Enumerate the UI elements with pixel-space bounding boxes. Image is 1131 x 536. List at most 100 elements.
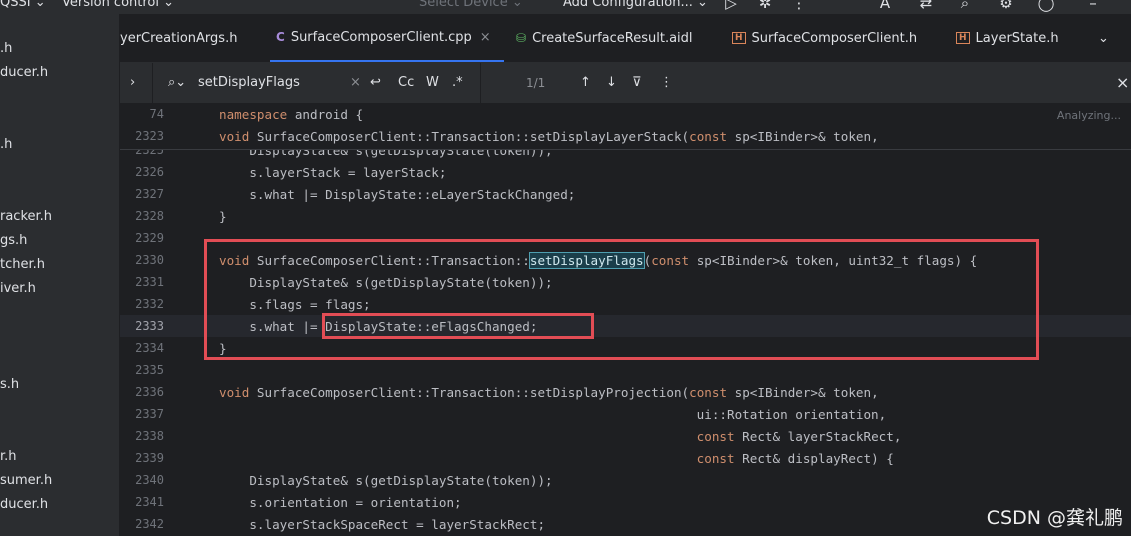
search-history-icon[interactable]: ⌕⌄	[168, 63, 186, 103]
project-file-item[interactable]: sumer.h	[0, 473, 52, 488]
line-number: 2331	[135, 275, 164, 289]
project-file-item[interactable]: racker.h	[0, 209, 52, 224]
tab-label: LayerState.h	[975, 30, 1059, 46]
line-number: 2326	[135, 165, 164, 179]
debug-icon[interactable]: ✲	[756, 0, 774, 12]
code-line[interactable]: }	[219, 209, 227, 224]
code-line[interactable]: ui::Rotation orientation,	[219, 407, 887, 422]
line-number: 2337	[135, 407, 164, 421]
tab-create-surface-result-aidl[interactable]: ⛁ CreateSurfaceResult.aidl	[516, 14, 693, 62]
previous-occurrence-icon[interactable]: ↑	[580, 63, 591, 103]
code-token: Rect& layerStackRect,	[734, 429, 902, 444]
more-icon[interactable]: ⋮	[660, 63, 673, 103]
code-editor[interactable]: 74 namespace android { 2323 void SurfaceCom…	[120, 103, 1131, 536]
search-input[interactable]: setDisplayFlags	[198, 63, 300, 103]
match-count: 1/1	[526, 76, 546, 90]
line-number: 2341	[135, 495, 164, 509]
project-file-item[interactable]: tcher.h	[0, 257, 45, 272]
code-token: s.orientation = orientation;	[219, 495, 462, 510]
run-icon[interactable]: ▷	[722, 0, 740, 12]
line-number: 2336	[135, 385, 164, 399]
line-number: 2328	[135, 209, 164, 223]
editor-tab-bar: yerCreationArgs.h C SurfaceComposerClien…	[120, 14, 1131, 63]
device-selector[interactable]: Select Device ⌄	[419, 0, 523, 10]
line-number: 74	[149, 107, 164, 121]
project-switcher[interactable]: QSSI ⌄	[0, 0, 46, 10]
sticky-code-line[interactable]: namespace android {	[219, 107, 363, 122]
close-icon[interactable]: ×	[480, 30, 491, 45]
project-file-item[interactable]: .h	[0, 41, 12, 56]
more-icon[interactable]: ⋮	[790, 0, 808, 12]
translate-icon[interactable]: A	[876, 0, 894, 12]
line-number: 2338	[135, 429, 164, 443]
main-toolbar: QSSI ⌄ Version control ⌄ Select Device ⌄…	[0, 0, 1131, 14]
project-file-item[interactable]: .h	[0, 137, 12, 152]
project-file-item[interactable]: gs.h	[0, 233, 27, 248]
whole-word-toggle[interactable]: W	[426, 63, 439, 103]
version-control-menu[interactable]: Version control ⌄	[62, 0, 174, 10]
tab-label: CreateSurfaceResult.aidl	[532, 30, 693, 46]
close-icon[interactable]: ×	[1116, 63, 1129, 103]
project-file-item[interactable]: iver.h	[0, 281, 36, 296]
line-number: 2335	[135, 363, 164, 377]
clear-search-icon[interactable]: ×	[350, 63, 361, 103]
search-everywhere-icon[interactable]: ⌕	[956, 0, 974, 12]
sticky-code-line[interactable]: void SurfaceComposerClient::Transaction:…	[219, 129, 879, 144]
account-icon[interactable]: ◯	[1037, 0, 1055, 12]
code-token: sp<IBinder>& token,	[727, 385, 879, 400]
code-line[interactable]: s.what |= DisplayState::eLayerStackChang…	[219, 187, 575, 202]
analysis-status: Analyzing...	[1056, 109, 1121, 122]
code-line[interactable]: DisplayState& s(getDisplayState(token));	[219, 473, 552, 488]
code-line[interactable]: void SurfaceComposerClient::Transaction:…	[219, 385, 879, 400]
tab-layer-state-h[interactable]: H LayerState.h	[956, 14, 1059, 62]
filter-icon[interactable]: ⊽	[632, 63, 642, 103]
tab-label: yerCreationArgs.h	[120, 30, 238, 46]
line-number: 2330	[135, 253, 164, 267]
code-token: SurfaceComposerClient::Transaction::setD…	[249, 385, 690, 400]
tabs-overflow-button[interactable]: ⌄	[1098, 14, 1109, 62]
project-file-item[interactable]: r.h	[0, 449, 17, 464]
code-token: s.layerStackSpaceRect = layerStackRect;	[219, 517, 546, 532]
settings-icon[interactable]: ⚙	[997, 0, 1015, 12]
project-file-item[interactable]: ducer.h	[0, 65, 48, 80]
chevron-right-icon[interactable]: ›	[130, 63, 135, 103]
code-line[interactable]: s.orientation = orientation;	[219, 495, 462, 510]
code-line[interactable]: s.layerStackSpaceRect = layerStackRect;	[219, 517, 545, 532]
line-number: 2333	[135, 319, 164, 333]
line-number: 2332	[135, 297, 164, 311]
keyword-token: const	[689, 385, 728, 400]
header-file-icon: H	[956, 32, 970, 44]
regex-toggle[interactable]: .*	[452, 63, 463, 103]
code-line[interactable]: s.layerStack = layerStack;	[219, 165, 446, 180]
line-number: 2323	[135, 129, 164, 143]
match-case-toggle[interactable]: Cc	[398, 63, 414, 103]
code-token: Rect& displayRect) {	[734, 451, 894, 466]
language-icon[interactable]: ⇄	[917, 0, 935, 12]
code-token: ui::Rotation orientation,	[219, 407, 887, 422]
code-token: s.layerStack = layerStack;	[219, 165, 447, 180]
keyword-token: namespace	[219, 107, 288, 122]
run-configuration-selector[interactable]: Add Configuration... ⌄	[563, 0, 708, 10]
tab-layer-creation-args[interactable]: yerCreationArgs.h	[120, 14, 237, 62]
line-number: 2342	[135, 517, 164, 531]
minimize-icon[interactable]: –	[1084, 0, 1102, 12]
code-line[interactable]: const Rect& layerStackRect,	[219, 429, 902, 444]
code-line[interactable]: const Rect& displayRect) {	[219, 451, 894, 466]
device-selector-label: Select Device	[419, 0, 508, 10]
project-tool-window: .h ducer.h .h racker.h gs.h tcher.h iver.h s.h r…	[0, 14, 120, 536]
tab-label: SurfaceComposerClient.cpp	[290, 29, 472, 45]
sticky-lines-header: 74 namespace android { 2323 void SurfaceCom…	[120, 103, 1131, 150]
find-bar: › ⌕⌄ setDisplayFlags × ↩ Cc W .* 1/1 ↑ ↓…	[120, 63, 1131, 104]
project-file-item[interactable]: ducer.h	[0, 497, 48, 512]
code-token: android {	[287, 107, 364, 122]
code-token: SurfaceComposerClient::Transaction::setD…	[249, 129, 690, 144]
tab-label: SurfaceComposerClient.h	[751, 30, 918, 46]
new-line-icon[interactable]: ↩	[370, 63, 381, 103]
version-control-label: Version control	[62, 0, 159, 10]
next-occurrence-icon[interactable]: ↓	[606, 63, 617, 103]
tab-surface-composer-client-h[interactable]: H SurfaceComposerClient.h	[732, 14, 917, 62]
tab-surface-composer-client-cpp[interactable]: C SurfaceComposerClient.cpp ×	[270, 14, 504, 62]
run-configuration-label: Add Configuration...	[563, 0, 693, 10]
project-file-item[interactable]: s.h	[0, 377, 19, 392]
watermark: CSDN @龚礼鹏	[986, 507, 1123, 529]
